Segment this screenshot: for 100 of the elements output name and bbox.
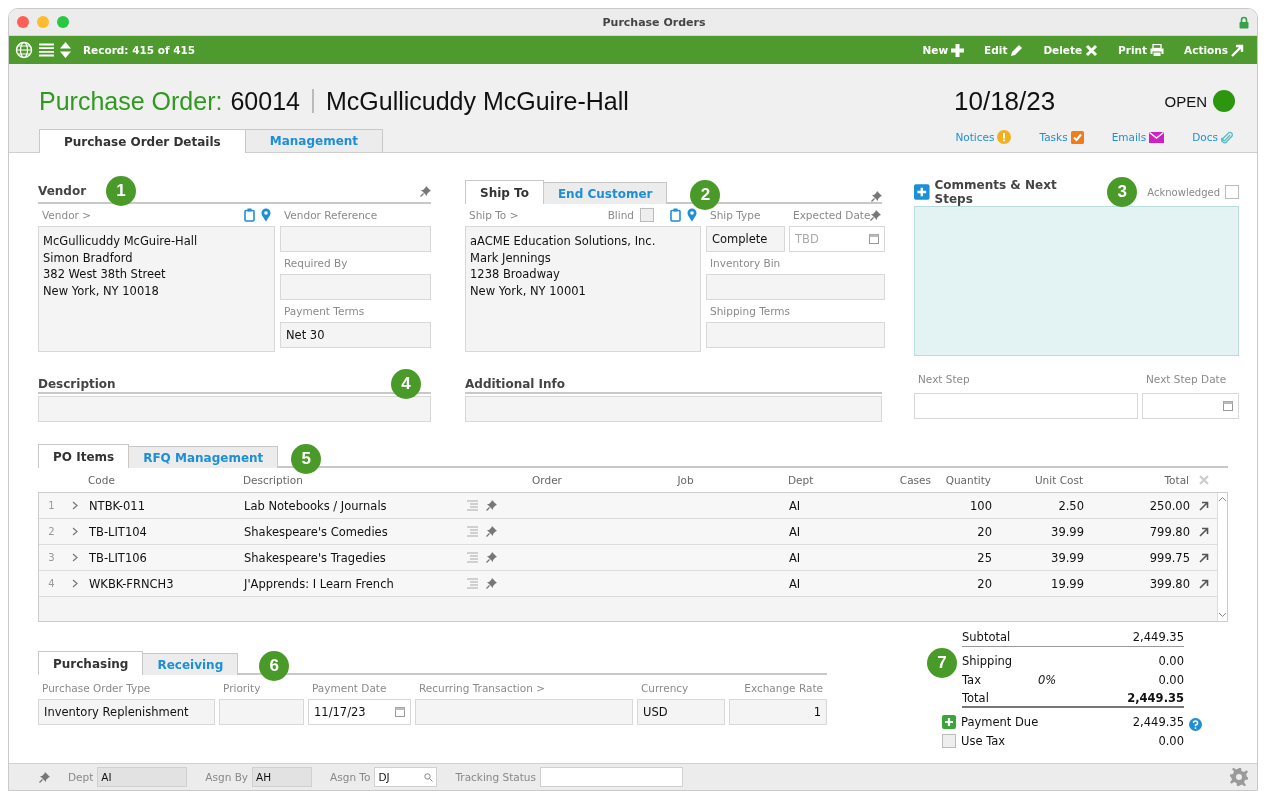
text-field[interactable] bbox=[280, 274, 431, 300]
checkbox[interactable] bbox=[1225, 185, 1239, 199]
tab[interactable]: PO Items bbox=[38, 444, 130, 468]
globe-icon[interactable] bbox=[15, 41, 33, 59]
total-value: 2,449.35 bbox=[1131, 713, 1184, 731]
text-field[interactable]: Net 30 bbox=[280, 322, 431, 348]
date-field[interactable] bbox=[1142, 393, 1239, 419]
clipboard-icon[interactable] bbox=[670, 208, 681, 222]
pin-icon[interactable] bbox=[486, 552, 497, 563]
text-field[interactable]: AH bbox=[252, 767, 313, 787]
expand-arrow-icon[interactable] bbox=[1199, 552, 1209, 563]
add-icon[interactable] bbox=[914, 184, 930, 200]
field-label: Asgn By bbox=[205, 771, 249, 783]
description-field[interactable] bbox=[38, 396, 431, 422]
text-field[interactable]: Inventory Replenishment bbox=[38, 699, 215, 725]
column-header: Quantity bbox=[944, 474, 992, 486]
field-label: Next Step bbox=[918, 373, 970, 385]
step-badge: 5 bbox=[291, 444, 322, 474]
step-badge: 3 bbox=[1107, 177, 1138, 207]
next-step-field[interactable] bbox=[914, 393, 1138, 419]
printer-icon bbox=[1150, 43, 1165, 57]
toolbar-button[interactable]: Edit bbox=[977, 43, 1031, 57]
text-field[interactable] bbox=[415, 699, 633, 725]
table-cell-text: Shakespeare's Comedies bbox=[244, 524, 389, 539]
date-field[interactable]: TBD bbox=[789, 226, 886, 252]
header-link[interactable]: Docs bbox=[1192, 130, 1233, 144]
settings-icon[interactable] bbox=[1229, 767, 1249, 787]
checkbox[interactable] bbox=[640, 208, 654, 222]
text-field[interactable] bbox=[706, 274, 886, 300]
location-pin-icon[interactable] bbox=[261, 208, 271, 222]
pin-icon[interactable] bbox=[486, 526, 497, 537]
scroll-down-icon[interactable] bbox=[1218, 612, 1227, 618]
zoom-window-button[interactable] bbox=[57, 16, 69, 28]
tab[interactable]: Receiving bbox=[142, 653, 239, 675]
field-label[interactable]: Ship To > bbox=[469, 209, 519, 221]
total-label: Payment Due bbox=[961, 714, 1039, 729]
add-icon[interactable] bbox=[942, 714, 956, 729]
pin-icon[interactable] bbox=[871, 191, 882, 202]
text-field[interactable] bbox=[280, 226, 431, 252]
number-field[interactable]: 1 bbox=[729, 699, 827, 725]
table-cell-text: 39.99 bbox=[1050, 524, 1085, 539]
additional-info-field[interactable] bbox=[465, 396, 882, 422]
comments-field[interactable] bbox=[914, 206, 1239, 356]
calendar-icon[interactable] bbox=[395, 707, 405, 717]
close-window-button[interactable] bbox=[17, 16, 29, 28]
address-field[interactable]: McGullicuddy McGuire-Hall Simon Bradford 382 West 38th Street New York, NY 10018 bbox=[38, 226, 275, 352]
lookup-field[interactable]: DJ bbox=[374, 767, 438, 787]
pin-icon[interactable] bbox=[870, 209, 882, 221]
text-field[interactable] bbox=[539, 767, 683, 787]
up-down-arrows-icon[interactable] bbox=[60, 42, 71, 58]
table-cell-text: AI bbox=[789, 524, 802, 539]
toolbar-button[interactable]: Delete bbox=[1036, 43, 1106, 57]
pin-icon[interactable] bbox=[486, 578, 497, 589]
checkbox[interactable] bbox=[942, 733, 956, 748]
table-cell-text: 999.75 bbox=[1148, 550, 1191, 565]
pin-icon[interactable] bbox=[420, 185, 431, 197]
tab[interactable]: Purchasing bbox=[38, 651, 144, 675]
column-header: Description bbox=[243, 474, 304, 486]
toolbar-button[interactable]: New bbox=[915, 43, 972, 57]
clipboard-icon[interactable] bbox=[244, 208, 255, 222]
expand-arrow-icon[interactable] bbox=[1199, 526, 1209, 537]
location-pin-icon[interactable] bbox=[687, 208, 697, 222]
tab[interactable]: End Customer bbox=[542, 182, 668, 204]
delete-icon[interactable] bbox=[1199, 475, 1209, 485]
expand-arrow-icon[interactable] bbox=[1199, 578, 1209, 589]
tab[interactable]: Purchase Order Details bbox=[39, 129, 246, 153]
calendar-icon[interactable] bbox=[1223, 401, 1233, 411]
tab[interactable]: Ship To bbox=[465, 180, 544, 204]
text-field[interactable]: AI bbox=[97, 767, 188, 787]
address-field[interactable]: aACME Education Solutions, Inc. Mark Jennings 1238 Broadway New York, NY 10001 bbox=[465, 226, 701, 352]
help-icon[interactable] bbox=[1189, 718, 1202, 731]
pin-icon[interactable] bbox=[39, 771, 50, 783]
toolbar-button[interactable]: Actions bbox=[1177, 43, 1251, 57]
dropdown-field[interactable]: Complete bbox=[706, 226, 785, 252]
tab[interactable]: Management bbox=[244, 129, 384, 152]
text-field[interactable] bbox=[219, 699, 304, 725]
menu-icon[interactable] bbox=[39, 43, 54, 57]
chevron-icon[interactable] bbox=[72, 579, 78, 588]
field-label: Payment Terms bbox=[284, 305, 365, 317]
field-label[interactable]: Vendor > bbox=[42, 209, 92, 221]
column-header: Total bbox=[1163, 474, 1190, 486]
chevron-icon[interactable] bbox=[72, 553, 78, 562]
header-link[interactable]: Tasks bbox=[1039, 130, 1084, 144]
calendar-icon[interactable] bbox=[869, 234, 880, 244]
chevron-icon[interactable] bbox=[72, 501, 78, 510]
column-header: Job bbox=[676, 474, 695, 486]
section-heading: Additional Info bbox=[465, 377, 566, 391]
header-link[interactable]: Emails bbox=[1111, 130, 1165, 144]
tab[interactable]: RFQ Management bbox=[128, 446, 279, 468]
text-field[interactable] bbox=[706, 322, 886, 348]
toolbar-button[interactable]: Print bbox=[1111, 43, 1172, 57]
chevron-icon[interactable] bbox=[72, 527, 78, 536]
pin-icon[interactable] bbox=[486, 500, 497, 511]
scroll-up-icon[interactable] bbox=[1218, 496, 1227, 502]
expand-arrow-icon[interactable] bbox=[1199, 500, 1209, 511]
header-link[interactable]: Notices bbox=[955, 130, 1012, 144]
table-cell-text: J'Apprends: I Learn French bbox=[244, 576, 395, 591]
table-cell-text: Lab Notebooks / Journals bbox=[244, 498, 388, 513]
date-field[interactable]: 11/17/23 bbox=[308, 699, 411, 725]
text-field[interactable]: USD bbox=[637, 699, 725, 725]
